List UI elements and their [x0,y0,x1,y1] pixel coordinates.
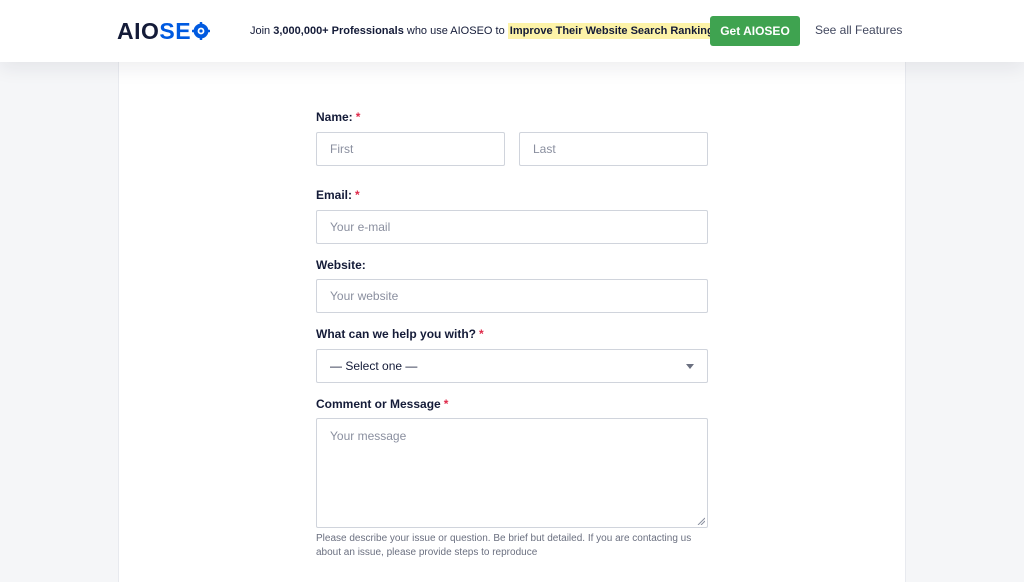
promo-text: Join 3,000,000+ Professionals who use AI… [250,22,726,40]
logo-text-se: SE [159,17,192,44]
resize-handle-icon[interactable] [697,517,705,525]
name-required-mark: * [355,110,361,124]
message-textarea[interactable]: Your message [316,418,708,528]
website-placeholder: Your website [330,289,399,303]
top-banner: AIO SE Join 3,000,000+ Professionals who… [0,0,1024,62]
promo-prefix: Join [250,25,274,37]
aioseo-logo[interactable]: AIO SE [117,17,211,45]
first-name-input[interactable]: First [316,132,505,166]
last-name-input[interactable]: Last [519,132,708,166]
website-input[interactable]: Your website [316,279,708,313]
name-label-text: Name: [316,110,353,124]
message-required-mark: * [443,397,449,411]
website-label: Website: [316,258,366,272]
email-placeholder: Your e-mail [330,220,391,234]
email-label-text: Email: [316,188,353,202]
promo-count: 3,000,000+ Professionals [273,25,404,37]
help-topic-select[interactable]: — Select one — [316,349,708,383]
chevron-down-icon [686,364,694,369]
help-topic-required-mark: * [479,327,484,341]
logo-text-aio: AIO [117,17,160,44]
website-label-text: Website: [316,258,366,272]
email-input[interactable]: Your e-mail [316,210,708,244]
help-topic-selected-value: — Select one — [330,359,418,373]
first-name-placeholder: First [330,142,354,156]
help-topic-label-text: What can we help you with? [316,327,477,341]
message-label: Comment or Message * [316,397,448,411]
help-topic-label: What can we help you with? * [316,327,484,341]
logo-text-seo: SE [159,17,211,45]
message-placeholder: Your message [330,429,407,443]
gear-icon [192,22,211,40]
get-aioseo-button[interactable]: Get AIOSEO [710,16,800,46]
email-label: Email: * [316,188,360,202]
message-help-text: Please describe your issue or question. … [316,533,692,558]
message-label-text: Comment or Message [316,397,441,411]
promo-highlight: Improve Their Website Search Rankings! [507,23,726,39]
see-all-features-link[interactable]: See all Features [815,23,902,37]
name-label: Name: * [316,110,360,124]
last-name-placeholder: Last [533,142,556,156]
promo-middle: who use AIOSEO to [403,25,508,37]
email-required-mark: * [355,188,360,202]
